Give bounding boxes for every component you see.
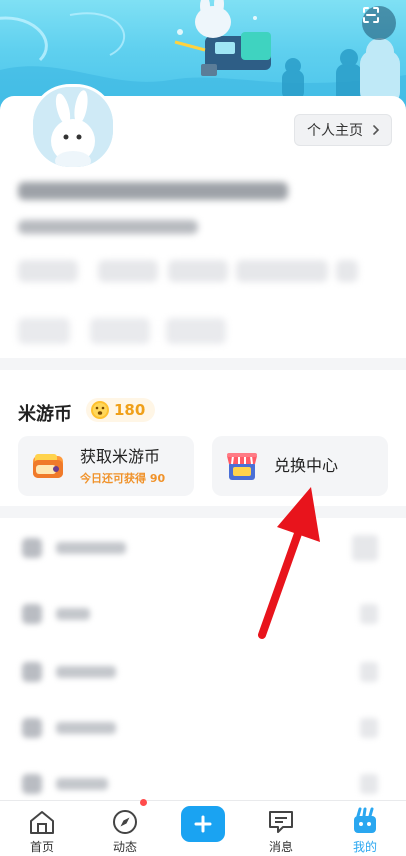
- blurred-user-info: [0, 162, 406, 358]
- list-item[interactable]: [12, 708, 392, 748]
- coin-face-icon: [91, 401, 109, 419]
- list-item[interactable]: [12, 764, 392, 800]
- exchange-center-title: 兑换中心: [274, 456, 339, 475]
- tab-feed[interactable]: 动态: [90, 801, 160, 856]
- scan-icon: [363, 7, 379, 23]
- avatar[interactable]: [30, 84, 116, 170]
- profile-tab-icon: [354, 807, 376, 833]
- tab-home[interactable]: 首页: [7, 801, 77, 856]
- compass-icon: [113, 810, 137, 834]
- tab-mine-label: 我的: [352, 840, 377, 854]
- create-post-button[interactable]: [181, 806, 225, 842]
- shop-icon: [227, 453, 257, 480]
- home-icon: [30, 811, 54, 834]
- plus-icon: [194, 815, 212, 833]
- chevron-right-icon: [373, 125, 380, 135]
- coins-balance: 180: [114, 401, 146, 419]
- bunny-avatar-icon: [33, 87, 113, 167]
- profile-card: 个人主页: [0, 84, 406, 358]
- settings-list: [0, 518, 406, 800]
- list-item[interactable]: [12, 652, 392, 692]
- earn-coins-subtitle: 今日还可获得 90: [80, 471, 166, 485]
- earn-coins-button[interactable]: 获取米游币 今日还可获得 90: [18, 436, 194, 496]
- exchange-center-button[interactable]: 兑换中心: [212, 436, 388, 496]
- notification-dot: [140, 799, 147, 806]
- coins-card: 米游币 180 获取米游币 今日还可获得 90 兑换中心: [0, 370, 406, 506]
- profile-homepage-label: 个人主页: [307, 123, 363, 139]
- tab-mine[interactable]: 我的: [330, 801, 400, 856]
- wallet-icon: [33, 454, 63, 478]
- tab-feed-label: 动态: [112, 840, 137, 854]
- list-item[interactable]: [12, 594, 392, 634]
- scan-button[interactable]: [362, 6, 396, 40]
- profile-homepage-button[interactable]: 个人主页: [294, 114, 392, 146]
- chat-icon: [269, 811, 293, 833]
- coins-title: 米游币: [18, 404, 72, 425]
- tab-messages-label: 消息: [268, 840, 293, 854]
- tab-home-label: 首页: [29, 840, 54, 854]
- list-item[interactable]: [12, 528, 392, 568]
- coins-balance-badge: 180: [86, 398, 156, 422]
- tab-messages[interactable]: 消息: [246, 801, 316, 856]
- earn-coins-title: 获取米游币: [80, 446, 161, 466]
